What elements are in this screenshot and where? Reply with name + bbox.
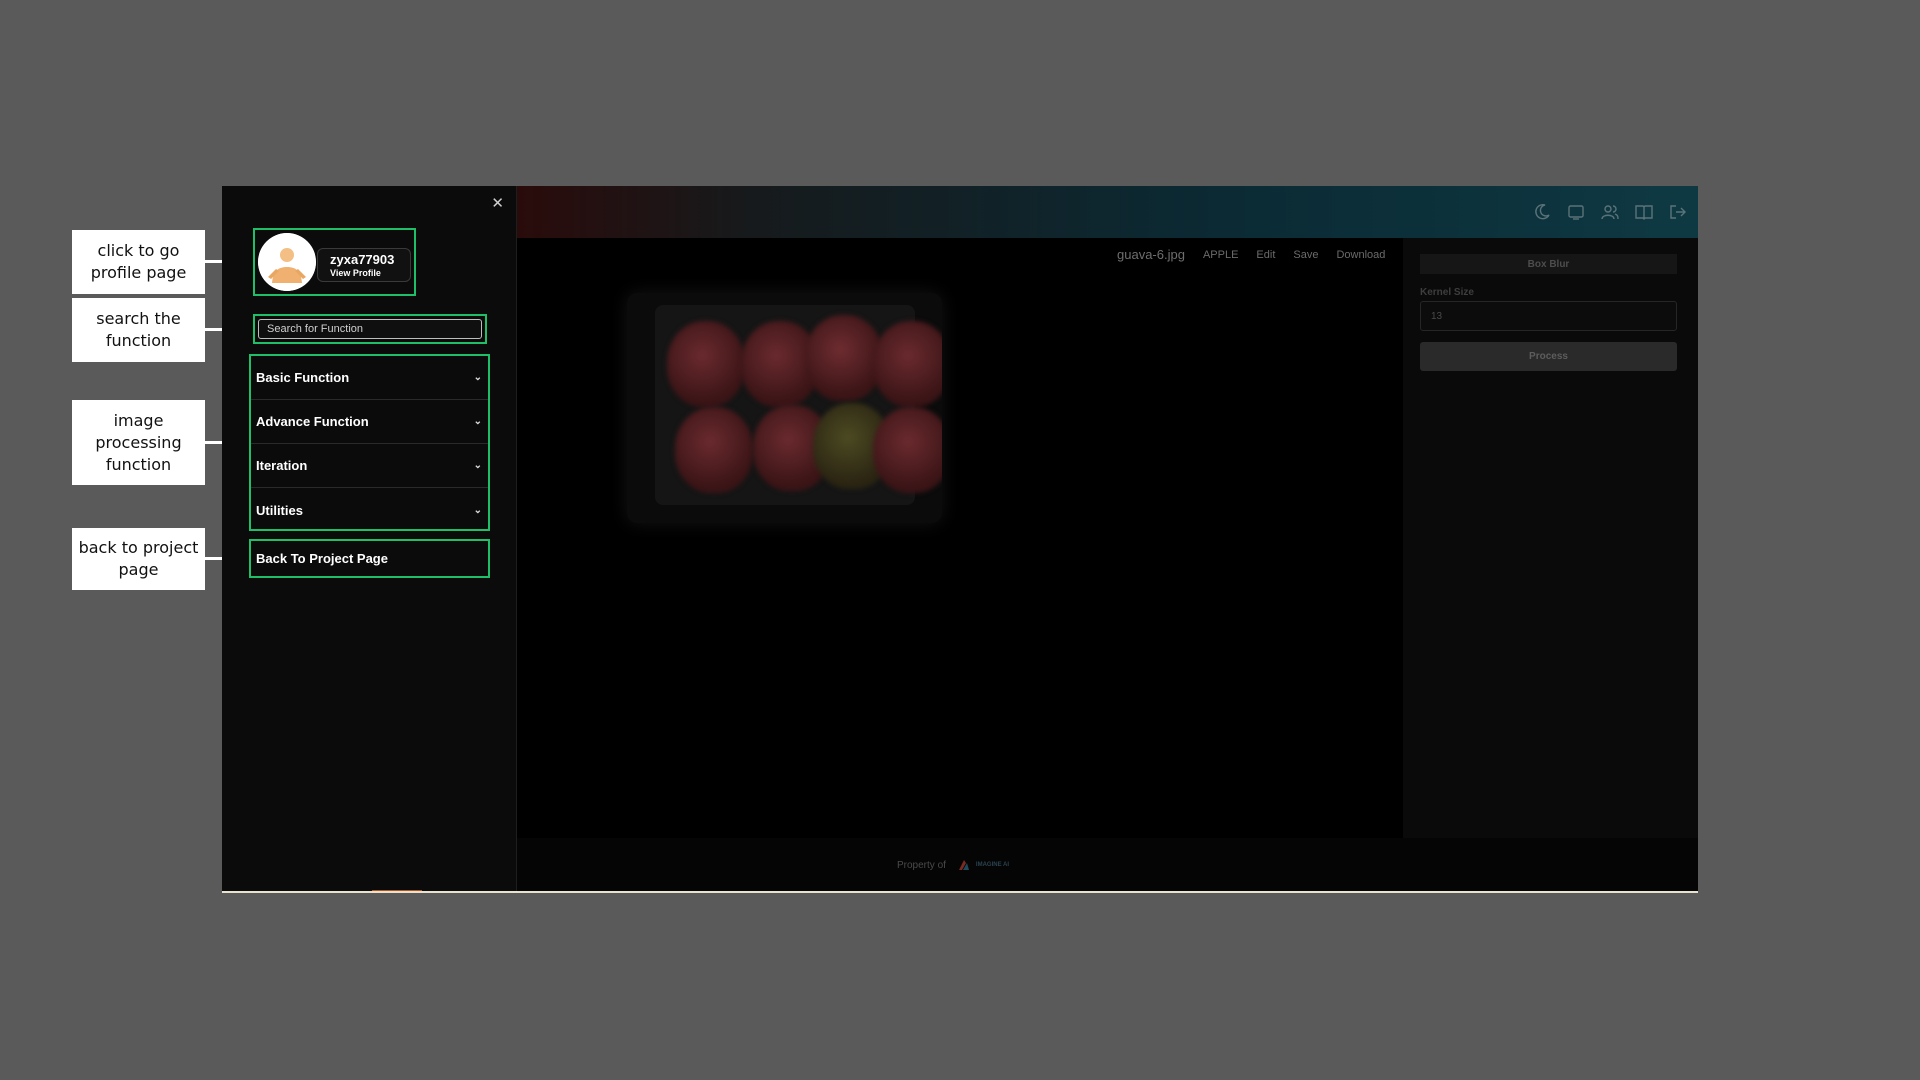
bottom-accent (372, 890, 422, 891)
callout-back-text: back to project page (78, 538, 199, 579)
callout-search-text: search the function (96, 309, 181, 350)
sidebar: ✕ zyxa77903 View Profile Basic Fu (222, 186, 517, 891)
image-preview (627, 293, 942, 523)
profile-section[interactable]: zyxa77903 View Profile (253, 228, 416, 296)
brand: IMAGINE AI (956, 857, 1009, 873)
save-button[interactable]: Save (1293, 249, 1318, 261)
search-input[interactable] (258, 319, 482, 339)
fruit (667, 321, 745, 407)
function-group-utilities[interactable]: Utilities ⌄ (251, 488, 488, 532)
back-to-project-label: Back To Project Page (256, 551, 388, 566)
function-panel: Box Blur Kernel Size Process (1403, 238, 1698, 838)
footer: Property of IMAGINE AI (517, 838, 1698, 891)
monitor-icon[interactable] (1566, 202, 1586, 222)
callout-functions-text: image processing function (95, 410, 182, 474)
book-icon[interactable] (1634, 202, 1654, 222)
file-name: guava-6.jpg (1117, 247, 1185, 262)
chevron-down-icon: ⌄ (473, 416, 482, 427)
image-toolbar: guava-6.jpg APPLE Edit Save Download (1117, 247, 1385, 262)
logout-icon[interactable] (1668, 202, 1688, 222)
back-to-project-button[interactable]: Back To Project Page (249, 539, 490, 578)
fruit (675, 407, 753, 493)
panel-title: Box Blur (1420, 254, 1677, 274)
function-group-label: Iteration (256, 458, 308, 473)
image-canvas (517, 238, 1403, 838)
view-profile-label: View Profile (330, 268, 381, 278)
function-group-advance[interactable]: Advance Function ⌄ (251, 400, 488, 444)
avatar[interactable] (258, 233, 316, 291)
callout-functions: image processing function (72, 400, 205, 485)
top-bar (517, 186, 1698, 238)
callout-search: search the function (72, 298, 205, 362)
function-group-basic[interactable]: Basic Function ⌄ (251, 356, 488, 400)
chevron-down-icon: ⌄ (473, 504, 482, 516)
callout-profile-text: click to go profile page (90, 241, 187, 282)
avatar-figure-icon (258, 233, 316, 291)
edit-button[interactable]: Edit (1256, 249, 1275, 261)
chevron-down-icon: ⌄ (473, 372, 482, 383)
fruit (873, 321, 942, 407)
function-group-label: Basic Function (256, 370, 350, 385)
footer-content: Property of IMAGINE AI (897, 857, 1009, 873)
function-group-label: Advance Function (256, 414, 369, 429)
process-button[interactable]: Process (1420, 342, 1677, 371)
view-profile-button[interactable]: zyxa77903 View Profile (317, 248, 411, 282)
fruit (873, 407, 942, 493)
kernel-size-input[interactable] (1420, 301, 1677, 331)
download-button[interactable]: Download (1336, 249, 1385, 261)
top-bar-icons (1532, 202, 1688, 222)
moon-icon[interactable] (1532, 202, 1552, 222)
app-window: ✕ zyxa77903 View Profile Basic Fu (222, 186, 1698, 893)
callout-back: back to project page (72, 528, 205, 590)
label-tag[interactable]: APPLE (1203, 249, 1238, 261)
function-groups: Basic Function ⌄ Advance Function ⌄ Iter… (249, 354, 490, 531)
callout-profile: click to go profile page (72, 230, 205, 294)
users-icon[interactable] (1600, 202, 1620, 222)
brand-name: IMAGINE AI (975, 862, 1010, 868)
fruit (805, 315, 883, 401)
function-group-label: Utilities (256, 502, 303, 518)
kernel-size-label: Kernel Size (1420, 287, 1474, 298)
brand-logo-icon (958, 860, 969, 870)
function-group-iteration[interactable]: Iteration ⌄ (251, 444, 488, 488)
username: zyxa77903 (330, 252, 395, 267)
close-icon[interactable]: ✕ (491, 194, 504, 212)
footer-text: Property of (897, 859, 946, 871)
chevron-down-icon: ⌄ (473, 460, 482, 471)
search-section (253, 314, 487, 344)
